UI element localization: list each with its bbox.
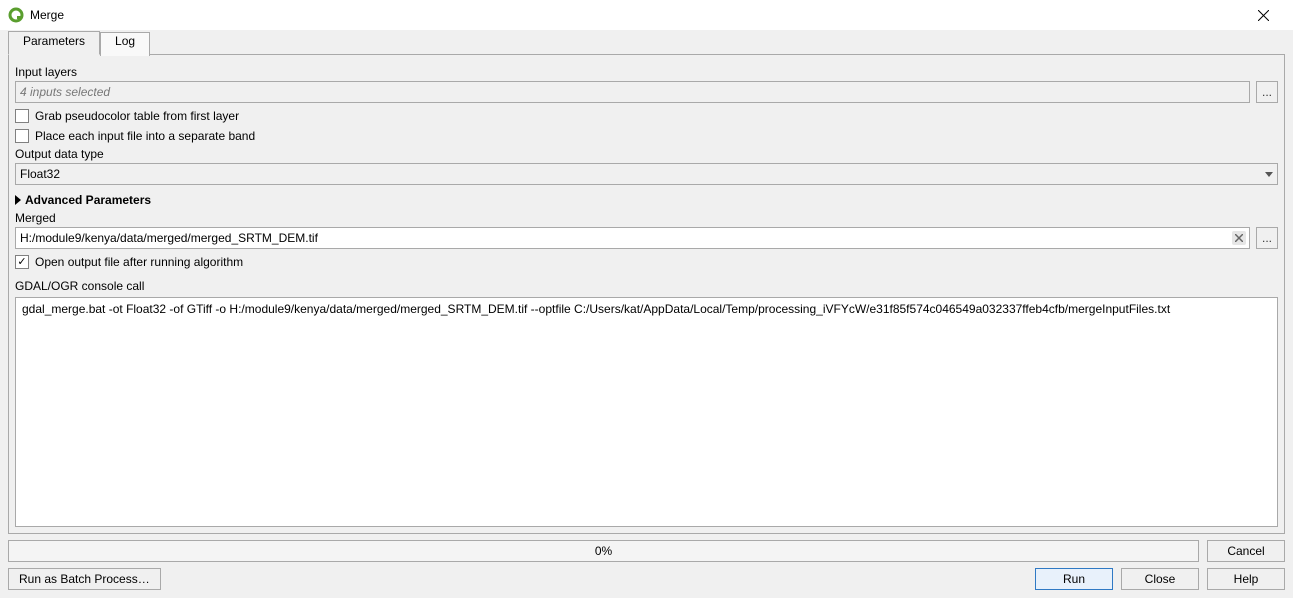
grab-pseudocolor-label: Grab pseudocolor table from first layer (35, 109, 239, 123)
input-layers-field[interactable] (15, 81, 1250, 103)
advanced-parameters-label: Advanced Parameters (25, 193, 151, 207)
progress-bar: 0% (8, 540, 1199, 562)
chevron-down-icon (1265, 172, 1273, 177)
tabs: Parameters Log (8, 30, 1285, 54)
advanced-parameters-expander[interactable]: Advanced Parameters (15, 193, 1278, 207)
close-button[interactable]: Close (1121, 568, 1199, 590)
window-title: Merge (30, 8, 64, 22)
chevron-right-icon (15, 195, 21, 205)
output-data-type-select[interactable]: Float32 (15, 163, 1278, 185)
separate-band-checkbox[interactable] (15, 129, 29, 143)
merged-browse-button[interactable]: ... (1256, 227, 1278, 249)
merged-path-input[interactable] (15, 227, 1250, 249)
input-layers-label: Input layers (15, 65, 1278, 79)
progress-text: 0% (595, 544, 612, 558)
grab-pseudocolor-checkbox[interactable] (15, 109, 29, 123)
output-data-type-value: Float32 (20, 167, 1265, 181)
tab-log[interactable]: Log (100, 32, 150, 56)
tab-panel-parameters: Input layers ... Grab pseudocolor table … (8, 54, 1285, 534)
console-call-box[interactable]: gdal_merge.bat -ot Float32 -of GTiff -o … (15, 297, 1278, 527)
clear-merged-button[interactable] (1232, 231, 1246, 245)
open-output-label: Open output file after running algorithm (35, 255, 243, 269)
tab-parameters[interactable]: Parameters (8, 31, 100, 55)
output-data-type-label: Output data type (15, 147, 1278, 161)
run-button[interactable]: Run (1035, 568, 1113, 590)
titlebar: Merge (0, 0, 1293, 30)
separate-band-label: Place each input file into a separate ba… (35, 129, 255, 143)
cancel-button[interactable]: Cancel (1207, 540, 1285, 562)
window-close-button[interactable] (1241, 1, 1285, 29)
qgis-icon (8, 7, 24, 23)
run-batch-button[interactable]: Run as Batch Process… (8, 568, 161, 590)
help-button[interactable]: Help (1207, 568, 1285, 590)
console-call-label: GDAL/OGR console call (15, 279, 1278, 293)
merged-label: Merged (15, 211, 1278, 225)
input-layers-browse-button[interactable]: ... (1256, 81, 1278, 103)
open-output-checkbox[interactable] (15, 255, 29, 269)
